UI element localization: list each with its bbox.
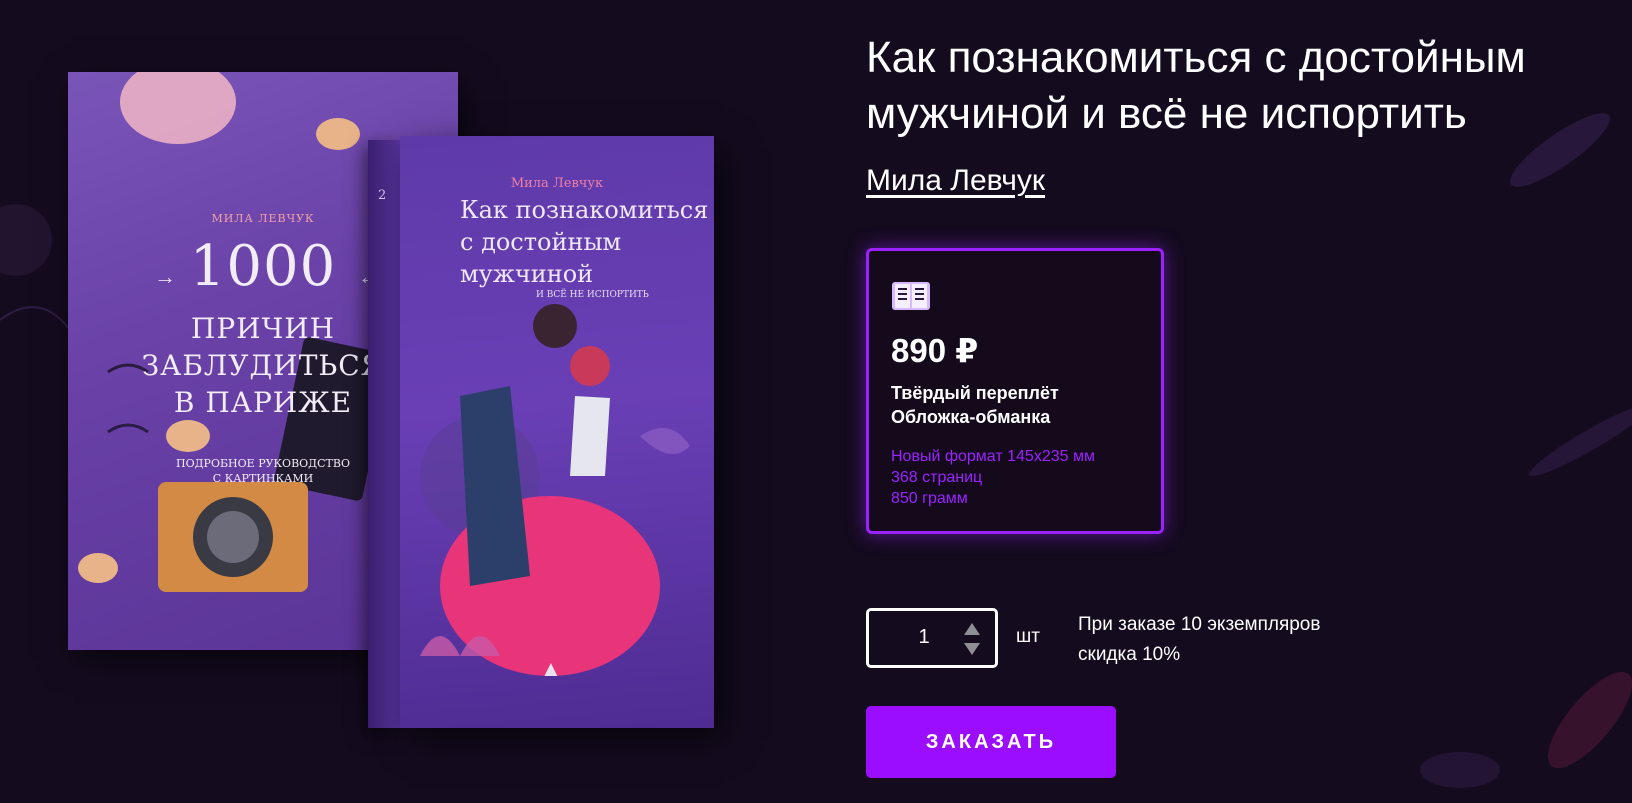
product-title: Как познакомиться с достойным мужчиной и… [866, 33, 1526, 138]
spine-number: 2 [378, 188, 387, 203]
cover-title-line: с достойным [460, 228, 622, 256]
order-button[interactable]: ЗАКАЗАТЬ [866, 706, 1116, 778]
quantity-stepper[interactable]: 1 [866, 608, 998, 668]
book-specs: Новый формат 145x235 мм 368 страниц 850 … [891, 446, 1095, 509]
book-cover-how-to-meet: Мила Левчук Как познакомиться с достойны… [400, 136, 714, 728]
product-page: МИЛА ЛЕВЧУК → ← 1000 ПРИЧИН ЗАБЛУДИТЬСЯ … [0, 0, 1632, 803]
cover-title: Как познакомиться с достойным мужчиной [460, 194, 708, 290]
offer-card[interactable]: 890 ₽ Твёрдый переплёт Обложка-обманка Н… [866, 248, 1164, 534]
discount-line: При заказе 10 экземпляров [1078, 614, 1321, 635]
bulk-discount-note: При заказе 10 экземпляров скидка 10% [1078, 610, 1320, 670]
binding-type: Твёрдый переплёт [891, 383, 1059, 403]
publisher-logo-icon: ▲ [540, 656, 562, 681]
spec-weight: 850 грамм [891, 490, 968, 507]
increment-arrow-icon[interactable] [963, 622, 981, 636]
quantity-unit: шт [1016, 626, 1040, 647]
spec-format: Новый формат 145x235 мм [891, 448, 1095, 465]
discount-line: скидка 10% [1078, 644, 1181, 665]
quantity-value[interactable]: 1 [909, 626, 939, 649]
author-link[interactable]: Мила Левчук [866, 164, 1045, 198]
cover-author: Мила Левчук [510, 176, 604, 191]
open-book-icon [892, 282, 930, 310]
binding-info: Твёрдый переплёт Обложка-обманка [891, 381, 1059, 429]
decrement-arrow-icon[interactable] [963, 642, 981, 656]
cover-title-line: Как познакомиться [460, 196, 709, 224]
cover-title-line: мужчиной [460, 260, 594, 288]
cover-type: Обложка-обманка [891, 407, 1051, 427]
price: 890 ₽ [891, 332, 979, 369]
cover-tagline: И ВСЁ НЕ ИСПОРТИТЬ [536, 290, 649, 300]
book-spine: 2 [368, 140, 402, 728]
spec-pages: 368 страниц [891, 469, 983, 486]
